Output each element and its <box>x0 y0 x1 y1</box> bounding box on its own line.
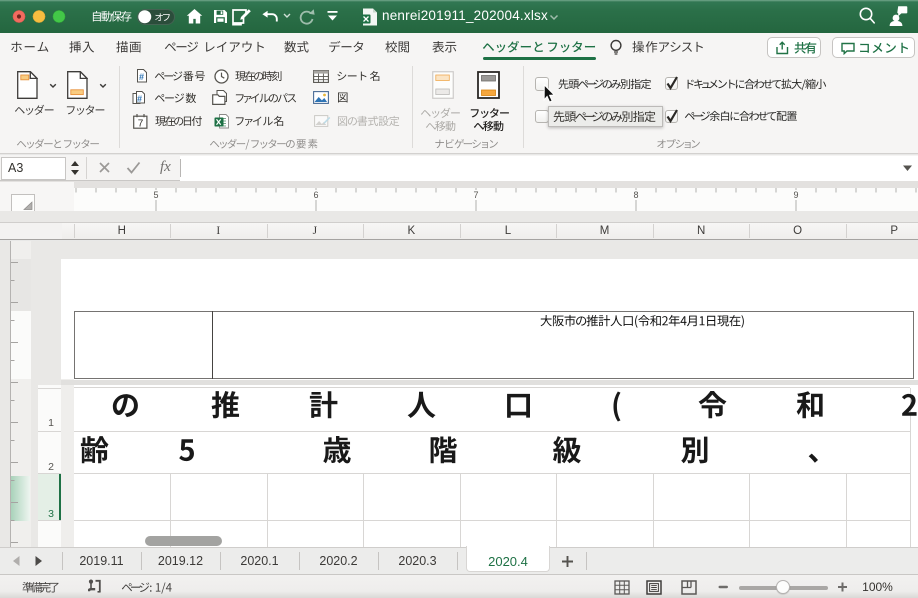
svg-text:7: 7 <box>138 119 144 130</box>
svg-text:#: # <box>137 94 142 104</box>
svg-text:#: # <box>139 72 144 82</box>
